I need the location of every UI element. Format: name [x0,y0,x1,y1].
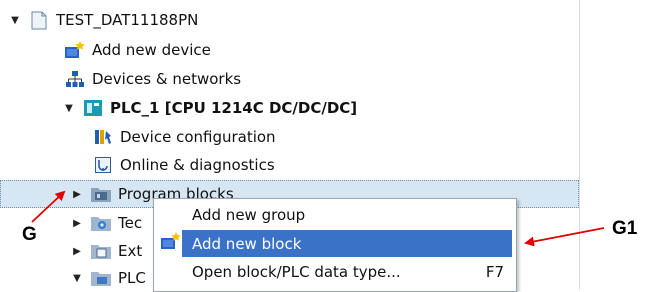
project-page-icon [28,10,50,30]
folder-ext-icon [90,241,112,261]
add-device-icon [64,40,86,60]
callout-label-g1: G1 [612,218,638,239]
tree-item-label: PLC_1 [CPU 1214C DC/DC/DC] [110,99,358,117]
folder-blocks-icon [90,184,112,204]
menu-item-add-new-block[interactable]: Add new block [182,230,512,257]
plc-icon [82,98,104,118]
tree-item-plc[interactable]: ▼ PLC_1 [CPU 1214C DC/DC/DC] [0,94,579,122]
menu-item-add-new-group[interactable]: Add new group [154,201,516,228]
network-icon [64,69,86,89]
tree-item-label: Device configuration [120,128,276,146]
context-menu: Add new group Add new block Open block/P… [153,198,517,292]
tree-item-project[interactable]: ▼ TEST_DAT11188PN [0,6,579,34]
tree-item-label: Tec [118,214,143,232]
tree-item-label: Ext [118,242,143,260]
add-block-icon [160,230,182,252]
tree-item-add-new-device[interactable]: Add new device [0,36,579,64]
expand-right-icon[interactable]: ▶ [70,187,84,201]
folder-plc-icon [90,268,112,288]
menu-item-open-block[interactable]: Open block/PLC data type... F7 [154,258,516,285]
tree-item-label: Online & diagnostics [120,156,275,174]
tree-item-device-configuration[interactable]: Device configuration [0,123,579,151]
tree-item-label: Add new device [92,41,211,59]
device-config-icon [92,127,114,147]
expand-down-icon[interactable]: ▼ [8,13,22,27]
tree-item-online-diagnostics[interactable]: Online & diagnostics [0,151,579,179]
folder-tech-icon [90,213,112,233]
menu-shortcut: F7 [485,262,504,281]
tree-item-label: PLC [118,269,146,287]
tree-item-devices-networks[interactable]: Devices & networks [0,65,579,93]
callout-label-g: G [22,224,37,245]
expand-down-icon[interactable]: ▼ [62,101,76,115]
expand-right-icon[interactable]: ▶ [70,244,84,258]
diagnostics-icon [92,155,114,175]
tree-item-label: TEST_DAT11188PN [56,11,199,29]
tree-item-label: Devices & networks [92,70,242,88]
expand-down-icon[interactable]: ▼ [70,271,84,285]
expand-right-icon[interactable]: ▶ [70,216,84,230]
